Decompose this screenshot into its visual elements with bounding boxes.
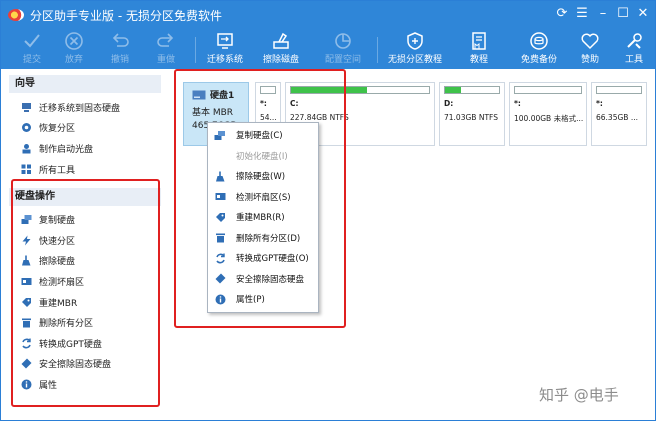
minimize-button[interactable]: –: [595, 6, 611, 22]
highlight-box-disk-menu: [174, 69, 346, 328]
sidebar-item-all-tools[interactable]: 所有工具: [9, 159, 161, 180]
window-title: 分区助手专业版 - 无损分区免费软件: [30, 8, 222, 23]
watermark: 知乎 @电手: [539, 386, 619, 404]
backup-icon: [530, 32, 548, 50]
toolbar-separator: [377, 37, 378, 63]
book-icon: [472, 32, 486, 50]
tools-icon: [627, 33, 642, 49]
tutorial-button[interactable]: 教程: [463, 29, 495, 69]
title-bar: 分区助手专业版 - 无损分区免费软件 ⟳ ☰ – ☐ ✕: [1, 1, 655, 29]
boot-disc-icon: [22, 143, 31, 154]
migrate-os-icon: [217, 33, 233, 49]
toolbar-separator: [195, 37, 196, 63]
partition-usage-fill: [445, 87, 462, 93]
free-backup-button[interactable]: 免费备份: [517, 29, 561, 69]
submit-button[interactable]: 提交: [15, 29, 49, 69]
recover-partition-icon: [22, 123, 31, 133]
toolbar: 提交 放弃 撤销 重做 迁移系统 擦除磁盘 配置空间 无损分区教程 教程 免费备…: [1, 29, 655, 69]
migrate-ssd-icon: [22, 102, 31, 112]
partition-block-d[interactable]: D: 71.03GB NTFS: [439, 82, 505, 146]
partition-block-last[interactable]: *: 66.35GB ...: [591, 82, 647, 146]
app-window: 分区助手专业版 - 无损分区免费软件 ⟳ ☰ – ☐ ✕ 提交 放弃 撤销 重做…: [0, 0, 656, 421]
cancel-circle-icon: [65, 32, 83, 50]
partition-block-unformatted[interactable]: *: 100.00GB 未格式...: [509, 82, 587, 146]
partition-usage-bar: [514, 86, 582, 94]
allocate-space-icon: [335, 33, 351, 49]
redo-button[interactable]: 重做: [149, 29, 183, 69]
tools-button[interactable]: 工具: [619, 29, 649, 69]
partition-usage-bar: [444, 86, 500, 94]
sidebar-item-migrate-ssd[interactable]: 迁移系统到固态硬盘: [9, 97, 161, 118]
sponsor-button[interactable]: 赞助: [575, 29, 605, 69]
allocate-space-button[interactable]: 配置空间: [319, 29, 367, 69]
discard-button[interactable]: 放弃: [57, 29, 91, 69]
undo-button[interactable]: 撤销: [103, 29, 137, 69]
maximize-button[interactable]: ☐: [615, 6, 631, 22]
menu-icon[interactable]: ☰: [574, 6, 590, 22]
wipe-disk-toolbar-button[interactable]: 擦除磁盘: [259, 29, 303, 69]
redo-icon: [157, 33, 174, 47]
check-icon: [24, 34, 40, 48]
refresh-icon[interactable]: ⟳: [554, 6, 570, 22]
close-button[interactable]: ✕: [635, 6, 651, 22]
undo-icon: [112, 33, 129, 47]
wizard-section-header: 向导: [9, 75, 161, 93]
partition-usage-bar: [596, 86, 642, 94]
sidebar-item-recover-partition[interactable]: 恢复分区: [9, 118, 161, 139]
heart-icon: [581, 33, 599, 50]
wipe-disk-icon: [273, 32, 289, 49]
migrate-os-button[interactable]: 迁移系统: [203, 29, 247, 69]
highlight-box-disk-ops: [11, 179, 160, 407]
tutorial-lossless-button[interactable]: 无损分区教程: [385, 29, 445, 69]
app-logo-icon: [8, 9, 24, 21]
all-tools-icon: [21, 164, 31, 174]
shield-icon: [407, 32, 423, 50]
sidebar-item-boot-disc[interactable]: 制作启动光盘: [9, 138, 161, 159]
